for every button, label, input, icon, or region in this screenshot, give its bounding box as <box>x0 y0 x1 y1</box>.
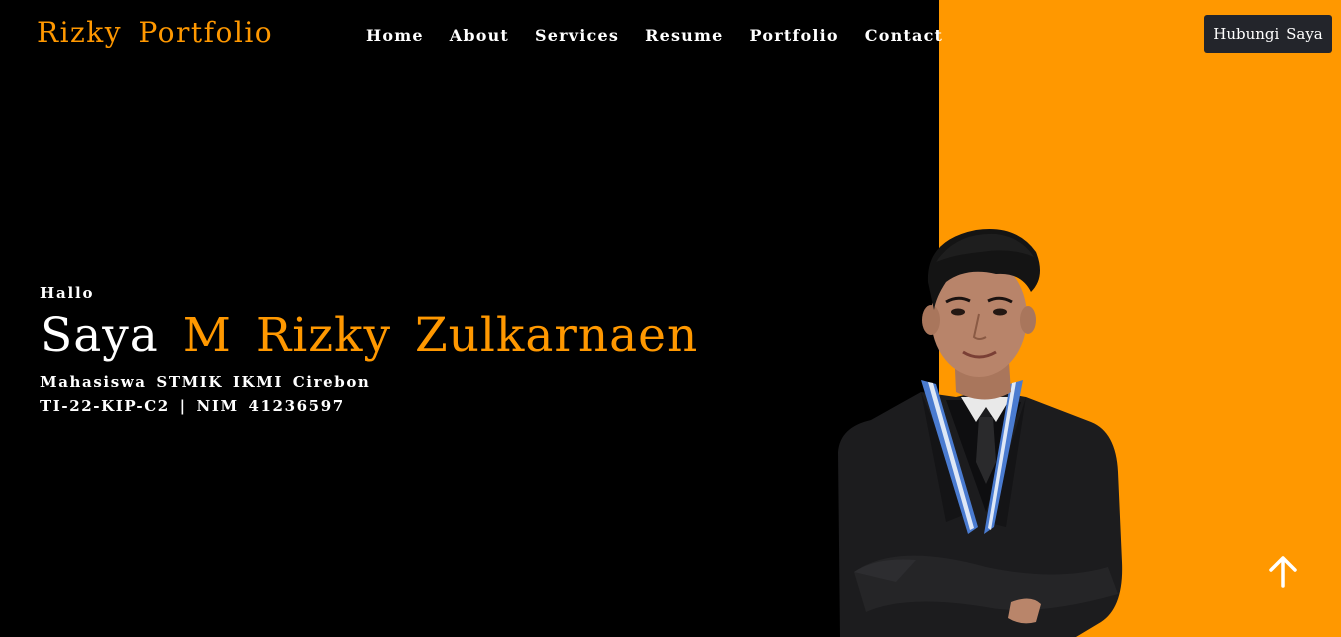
hero-greeting: Hallo <box>40 284 95 302</box>
hero-title: Saya M Rizky Zulkarnaen <box>40 308 698 364</box>
contact-cta-button[interactable]: Hubungi Saya <box>1204 15 1332 53</box>
arrow-up-icon[interactable] <box>1266 553 1300 589</box>
nav-portfolio[interactable]: Portfolio <box>750 26 839 45</box>
page: Rizky Portfolio Home About Services Resu… <box>0 0 1341 637</box>
nav-services[interactable]: Services <box>535 26 619 45</box>
profile-photo <box>838 228 1123 637</box>
nav-contact[interactable]: Contact <box>865 26 943 45</box>
hero-subtitle: Mahasiswa STMIK IKMI Cirebon TI-22-KIP-C… <box>40 370 698 418</box>
hero-subtitle-line1: Mahasiswa STMIK IKMI Cirebon <box>40 373 371 392</box>
brand-logo[interactable]: Rizky Portfolio <box>37 16 273 49</box>
hero-title-prefix: Saya <box>40 308 159 363</box>
main-nav: Home About Services Resume Portfolio Con… <box>366 26 943 45</box>
nav-resume[interactable]: Resume <box>645 26 723 45</box>
hero-section: Hallo Saya M Rizky Zulkarnaen Mahasiswa … <box>40 284 698 418</box>
nav-home[interactable]: Home <box>366 26 424 45</box>
hero-subtitle-line2: TI-22-KIP-C2 | NIM 41236597 <box>40 397 345 416</box>
hero-title-name: M Rizky Zulkarnaen <box>182 308 699 363</box>
nav-about[interactable]: About <box>450 26 509 45</box>
